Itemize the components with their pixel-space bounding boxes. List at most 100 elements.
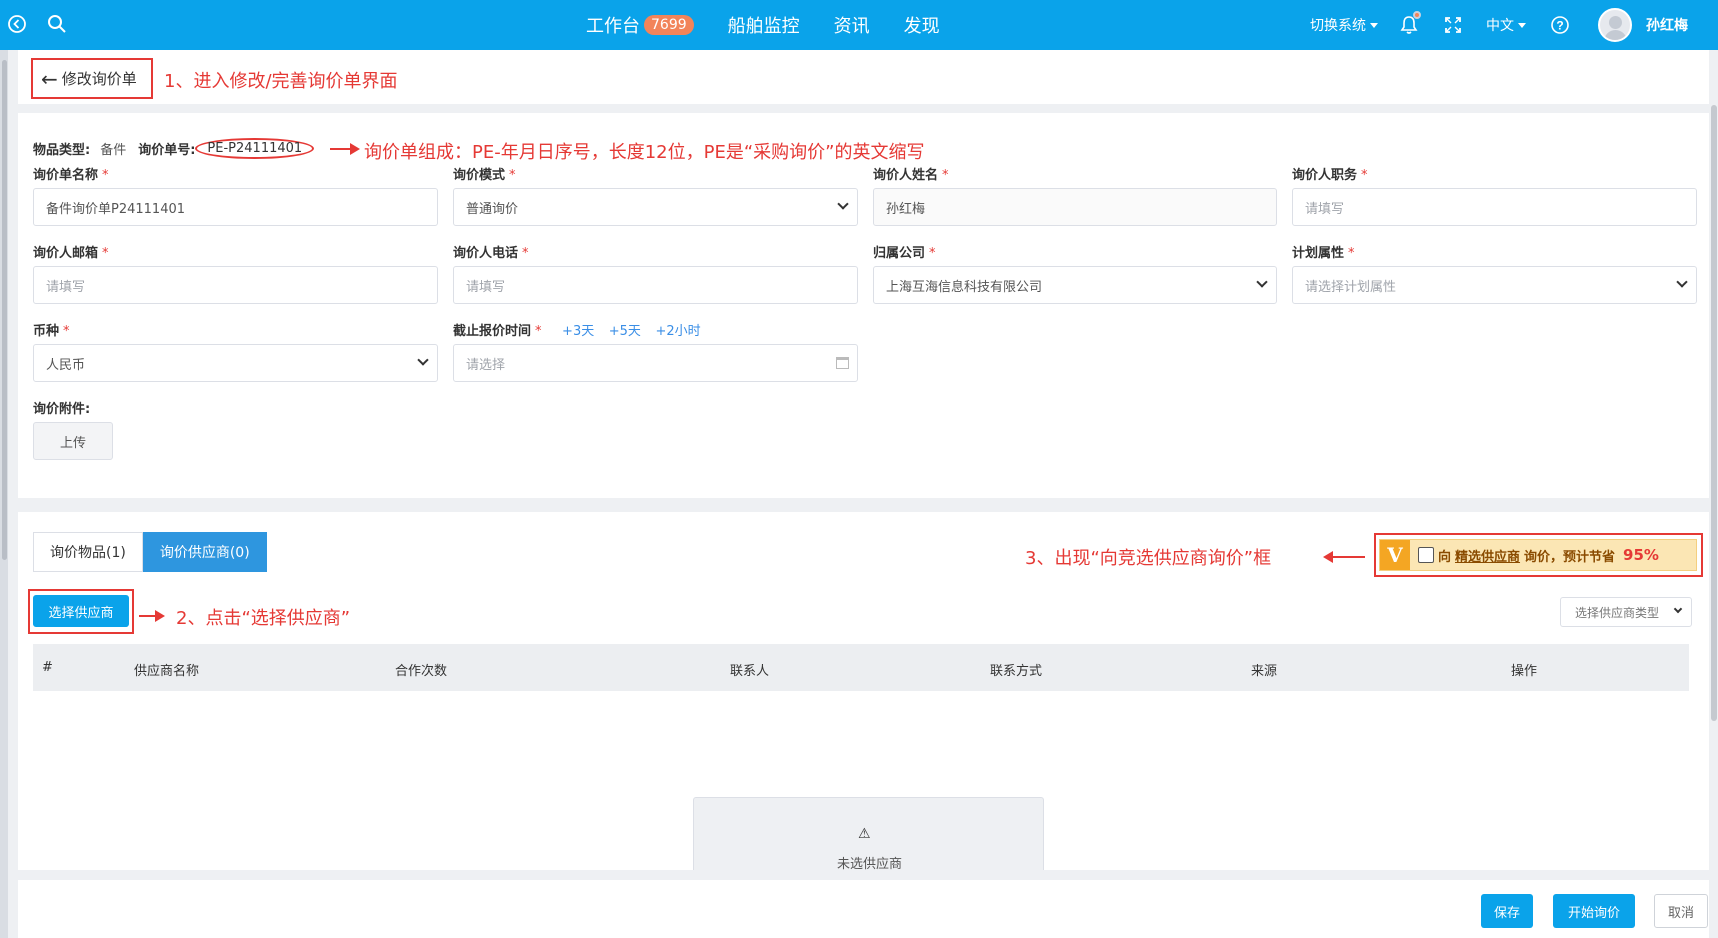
field-label-inquirer-email: 询价人邮箱 * xyxy=(33,246,109,261)
field-label-inquiry-mode: 询价模式 * xyxy=(453,168,516,183)
nav-discover[interactable]: 发现 xyxy=(904,12,940,38)
notification-button[interactable] xyxy=(1400,11,1421,35)
detail-tabs: 询价物品(1) 询价供应商(0) xyxy=(33,532,267,572)
save-button[interactable]: 保存 xyxy=(1481,894,1533,928)
field-label-inquiry-name: 询价单名称 * xyxy=(33,168,109,183)
order-no-label: 询价单号: xyxy=(138,143,196,158)
annotation-step-3: 3、出现“向竞选供应商询价”框 xyxy=(1025,548,1272,569)
inquiry-mode-select[interactable]: 普通询价 xyxy=(453,188,858,226)
select-supplier-button[interactable]: 选择供应商 xyxy=(33,595,129,627)
promo-suffix: 询价，预计节省 xyxy=(1524,549,1616,565)
workbench-count-badge: 7699 xyxy=(644,15,694,35)
company-select[interactable]: 上海互海信息科技有限公司 xyxy=(873,266,1277,304)
order-no-value: PE-P24111401 xyxy=(195,138,315,159)
promo-prefix: 向 xyxy=(1438,549,1452,565)
currency-select[interactable]: 人民币 xyxy=(33,344,438,382)
page-title: 修改询价单 xyxy=(61,70,137,88)
user-name: 孙红梅 xyxy=(1646,18,1688,34)
cancel-button[interactable]: 取消 xyxy=(1654,894,1708,928)
empty-state-text: 未选供应商 xyxy=(836,857,902,872)
annotation-step-2: 2、点击“选择供应商” xyxy=(176,608,351,629)
user-menu[interactable]: 孙红梅 xyxy=(1598,8,1688,42)
language-dropdown[interactable]: 中文 xyxy=(1486,15,1526,35)
footer-bar xyxy=(18,880,1709,938)
quick-plus-2-hours[interactable]: +2小时 xyxy=(655,324,700,339)
preferred-supplier-checkbox[interactable] xyxy=(1418,547,1434,563)
notification-dot xyxy=(1413,11,1421,19)
annotation-arrow-right-icon xyxy=(330,143,360,155)
inquirer-email-input[interactable]: 请填写 xyxy=(33,266,438,304)
annotation-order-no: 询价单组成：PE-年月日序号，长度12位，PE是“采购询价”的英文缩写 xyxy=(364,142,925,163)
left-scrollbar-thumb[interactable] xyxy=(2,60,7,560)
search-icon[interactable] xyxy=(46,13,68,35)
supplier-type-placeholder: 选择供应商类型 xyxy=(1575,605,1660,620)
field-label-currency: 币种 * xyxy=(33,324,70,339)
fullscreen-button[interactable] xyxy=(1444,16,1462,34)
nav-workbench-label: 工作台 xyxy=(586,16,640,37)
warning-icon: ⚠ xyxy=(858,826,871,842)
annotation-arrow-left-icon xyxy=(1323,551,1365,563)
col-actions: 操作 xyxy=(1511,664,1538,679)
item-type-value: 备件 xyxy=(100,143,127,158)
svg-text:?: ? xyxy=(1556,19,1563,33)
field-label-plan-attribute: 计划属性 * xyxy=(1292,246,1355,261)
supplier-type-select[interactable]: 选择供应商类型 xyxy=(1560,597,1692,627)
help-button[interactable]: ? xyxy=(1550,15,1570,35)
inquiry-name-input[interactable]: 备件询价单P24111401 xyxy=(33,188,438,226)
chevron-down-icon xyxy=(1673,604,1683,614)
tab-inquiry-suppliers[interactable]: 询价供应商(0) xyxy=(142,532,267,572)
deadline-date-input[interactable]: 请选择 xyxy=(453,344,858,382)
currency-value: 人民币 xyxy=(46,357,86,373)
tab-inquiry-items[interactable]: 询价物品(1) xyxy=(33,532,143,572)
col-source: 来源 xyxy=(1251,664,1278,679)
quick-plus-3-days[interactable]: +3天 xyxy=(562,324,594,339)
inquirer-title-input[interactable]: 请填写 xyxy=(1292,188,1697,226)
plan-attribute-select[interactable]: 请选择计划属性 xyxy=(1292,266,1697,304)
annotation-step-1: 1、进入修改/完善询价单界面 xyxy=(164,71,398,92)
attachment-label: 询价附件: xyxy=(33,402,91,417)
fullscreen-icon xyxy=(1445,17,1461,33)
form-panel xyxy=(18,113,1709,498)
col-supplier-name: 供应商名称 xyxy=(134,664,200,679)
chevron-down-icon xyxy=(1518,22,1526,28)
chevron-down-icon xyxy=(1256,276,1268,288)
chevron-down-icon xyxy=(837,198,849,210)
col-cooperation-count: 合作次数 xyxy=(395,664,448,679)
language-label: 中文 xyxy=(1486,18,1514,34)
col-contact: 联系人 xyxy=(730,664,770,679)
field-label-inquirer-name: 询价人姓名 * xyxy=(873,168,949,183)
inquirer-phone-input[interactable]: 请填写 xyxy=(453,266,858,304)
chevron-down-icon xyxy=(1370,22,1378,28)
quick-plus-5-days[interactable]: +5天 xyxy=(609,324,641,339)
vip-v-icon: V xyxy=(1380,540,1410,570)
company-value: 上海互海信息科技有限公司 xyxy=(886,279,1043,295)
empty-state: ⚠ 未选供应商 xyxy=(693,797,1044,872)
field-label-deadline: 截止报价时间 * +3天 +5天 +2小时 xyxy=(453,324,701,339)
inquirer-name-input[interactable]: 孙红梅 xyxy=(873,188,1277,226)
back-button[interactable]: ← 修改询价单 xyxy=(31,58,153,99)
arrow-left-icon: ← xyxy=(41,66,58,91)
nav-news[interactable]: 资讯 xyxy=(834,12,870,38)
saving-percent: 95% xyxy=(1623,546,1659,564)
start-inquiry-button[interactable]: 开始询价 xyxy=(1553,894,1635,928)
top-bar: 工作台 7699 船舶监控 资讯 发现 切换系统 中文 ? 孙红梅 xyxy=(0,0,1718,50)
switch-system-dropdown[interactable]: 切换系统 xyxy=(1310,15,1378,35)
nav-ship-monitor[interactable]: 船舶监控 xyxy=(728,12,800,38)
field-label-company: 归属公司 * xyxy=(873,246,936,261)
help-icon: ? xyxy=(1551,16,1569,34)
switch-system-label: 切换系统 xyxy=(1310,18,1366,34)
col-index: # xyxy=(42,660,53,675)
supplier-table-header: # 供应商名称 合作次数 联系人 联系方式 来源 操作 xyxy=(33,644,1689,691)
avatar xyxy=(1598,8,1632,42)
main-nav: 工作台 7699 船舶监控 资讯 发现 xyxy=(586,0,940,50)
plan-attribute-placeholder: 请选择计划属性 xyxy=(1305,279,1397,295)
preferred-supplier-link[interactable]: 精选供应商 xyxy=(1455,546,1520,565)
top-right-tools: 切换系统 中文 ? 孙红梅 xyxy=(1310,0,1718,50)
upload-button[interactable]: 上传 xyxy=(33,422,113,460)
back-circle-icon[interactable] xyxy=(6,13,28,35)
vertical-scrollbar-thumb[interactable] xyxy=(1711,105,1717,721)
nav-workbench[interactable]: 工作台 7699 xyxy=(586,12,694,38)
chevron-down-icon xyxy=(417,354,429,366)
inquiry-mode-value: 普通询价 xyxy=(466,201,519,217)
order-meta: 物品类型: 备件 询价单号: PE-P24111401 xyxy=(33,138,315,159)
